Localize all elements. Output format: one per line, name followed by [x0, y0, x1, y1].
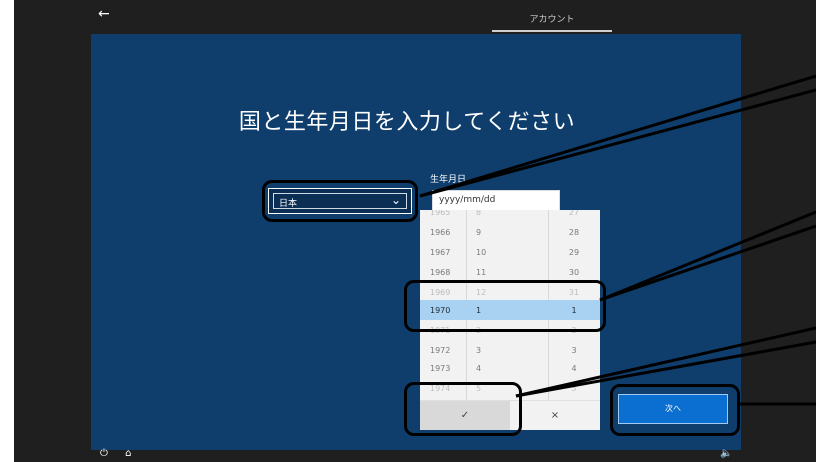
device-frame: ← アカウント 国と生年月日を入力してください 日本 ⌄ 生年月日 yyyy/m…	[0, 0, 816, 462]
cancel-button[interactable]: ×	[510, 401, 600, 430]
picker-year: 1973	[430, 364, 451, 373]
callout-next	[610, 384, 740, 436]
picker-row[interactable]: 1968 11 30	[420, 262, 600, 282]
picker-row[interactable]: 1966 9 28	[420, 222, 600, 242]
picker-year: 1965	[430, 210, 451, 217]
image-margin	[0, 0, 14, 462]
picker-year: 1966	[430, 228, 451, 237]
picker-year: 1967	[430, 248, 451, 257]
speaker-icon[interactable]: 🔈	[720, 448, 732, 459]
picker-year: 1968	[430, 268, 451, 277]
picker-row[interactable]: 1967 10 29	[420, 242, 600, 262]
page-title: 国と生年月日を入力してください	[238, 110, 576, 135]
picker-day: 29	[568, 248, 580, 257]
picker-month: 4	[476, 364, 482, 373]
picker-day: 4	[571, 364, 577, 373]
picker-month: 8	[476, 210, 482, 217]
picker-row[interactable]: 1965 8 27	[420, 210, 600, 222]
picker-day: 5	[571, 384, 577, 393]
birthdate-label: 生年月日	[430, 175, 467, 185]
tab-underline	[492, 30, 612, 32]
callout-confirm	[404, 382, 522, 436]
tab-account: アカウント	[529, 15, 575, 25]
top-bar	[14, 0, 816, 34]
picker-month: 11	[476, 268, 487, 277]
microphone-icon[interactable]: ⌂	[125, 448, 131, 459]
birthdate-placeholder: yyyy/mm/dd	[439, 195, 496, 205]
callout-selected-date	[404, 280, 606, 332]
birthdate-field[interactable]: yyyy/mm/dd	[432, 190, 560, 212]
power-icon[interactable]: ⏻	[100, 448, 108, 459]
picker-day: 30	[568, 268, 580, 277]
picker-month: 10	[476, 248, 487, 257]
picker-year: 1972	[430, 346, 451, 355]
picker-day: 28	[568, 228, 580, 237]
callout-country	[262, 180, 418, 222]
back-arrow-icon[interactable]: ←	[98, 6, 110, 22]
picker-month: 3	[476, 346, 482, 355]
picker-day: 27	[568, 210, 580, 217]
picker-row[interactable]: 1972 3 3	[420, 340, 600, 360]
bottom-left-icons: ⏻ ⌂	[100, 448, 145, 459]
picker-month: 9	[476, 228, 482, 237]
picker-row[interactable]: 1973 4 4	[420, 358, 600, 378]
picker-day: 3	[571, 346, 577, 355]
